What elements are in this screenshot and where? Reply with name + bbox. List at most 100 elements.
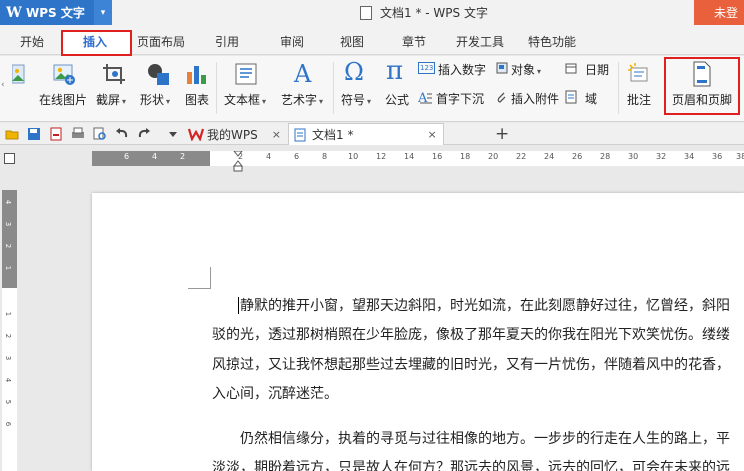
horizontal-ruler[interactable]: 6 4 2 2 4 6 8 10 12 14 16 18 20 22 24 26… — [92, 151, 744, 166]
screenshot-label: 截屏 — [96, 93, 121, 107]
tab-stop-selector[interactable] — [4, 153, 15, 164]
app-menu-dropdown-icon[interactable]: ▾ — [94, 0, 112, 25]
screenshot-dropdown-icon: ▾ — [122, 97, 127, 106]
ruler-number: 4 — [4, 199, 13, 205]
online-image-button[interactable]: 在线图片 — [39, 91, 87, 108]
doc-tab-document1[interactable]: 文档1 * × — [288, 123, 444, 145]
indent-marker-icon[interactable] — [233, 151, 243, 173]
object-icon — [496, 62, 508, 74]
ribbon-separator — [216, 62, 217, 114]
ruler-number: 30 — [628, 152, 639, 161]
dropcap-button[interactable]: 首字下沉 — [436, 90, 484, 107]
formula-button[interactable]: 公式 — [385, 91, 409, 108]
shapes-dropdown-icon: ▾ — [166, 97, 171, 106]
word-doc-icon — [294, 128, 306, 141]
ribbon-scroll-left-icon[interactable]: ‹ — [1, 80, 5, 90]
insert-number-icon: 123 — [418, 62, 436, 74]
close-tab-icon[interactable]: × — [427, 128, 436, 141]
ruler-number: 4 — [266, 152, 272, 161]
symbol-button[interactable]: 符号 ▾ — [341, 91, 371, 108]
tab-page-layout[interactable]: 页面布局 — [137, 33, 185, 50]
ruler-number: 2 — [4, 243, 13, 249]
comment-button[interactable]: 批注 — [627, 91, 651, 108]
chart-button[interactable]: 图表 — [185, 91, 209, 108]
close-tab-icon[interactable]: × — [272, 128, 281, 141]
object-button[interactable]: 对象 ▾ — [511, 61, 541, 78]
app-menu-button[interactable]: W WPS 文字 ▾ — [0, 0, 112, 25]
pi-formula-icon: π — [386, 56, 404, 86]
paragraph-line[interactable]: 仍然相信缘分，执着的寻觅与过往相像的地方。一步步的行走在人生的路上，平 — [240, 424, 744, 454]
export-pdf-icon[interactable] — [49, 127, 63, 141]
paragraph-line[interactable]: 淡淡，期盼着远方，只是故人在何方？那远去的风景，远去的回忆，可会在未来的远 — [212, 453, 744, 471]
screenshot-button[interactable]: 截屏 ▾ — [96, 91, 126, 108]
dropcap-icon: A — [418, 91, 432, 104]
print-icon[interactable] — [71, 127, 85, 141]
wordart-button[interactable]: 艺术字 ▾ — [281, 91, 323, 108]
ruler-number: 18 — [460, 152, 471, 161]
save-icon[interactable] — [27, 127, 41, 141]
online-image-icon — [53, 64, 75, 85]
ruler-number: 6 — [4, 421, 13, 427]
header-footer-highlight — [664, 57, 740, 115]
ruler-number: 4 — [4, 377, 13, 383]
paragraph-line[interactable]: 静默的推开小窗，望那天边斜阳，时光如流，在此刻愿静好过往，忆曾经，斜阳 — [240, 291, 744, 321]
tab-view[interactable]: 视图 — [340, 33, 364, 50]
text-cursor — [238, 297, 239, 314]
ruler-number: 1 — [4, 265, 13, 271]
symbol-dropdown-icon: ▾ — [367, 97, 372, 106]
ruler-number: 32 — [656, 152, 667, 161]
wordart-dropdown-icon: ▾ — [319, 97, 324, 106]
shapes-button[interactable]: 形状 ▾ — [140, 91, 170, 108]
paragraph-line[interactable]: 驳的光，透过那树梢照在少年脸庞，像极了那年夏天的你我在阳光下欢笑忧伤。缕缕 — [212, 320, 744, 350]
insert-number-button[interactable]: 插入数字 — [438, 61, 486, 78]
open-folder-icon[interactable] — [5, 127, 19, 141]
attachment-icon — [497, 92, 506, 103]
ruler-number: 5 — [4, 399, 13, 405]
title-bar: W WPS 文字 ▾ 文档1 * - WPS 文字 未登 — [0, 0, 744, 25]
field-button[interactable]: 域 — [585, 90, 597, 107]
tab-review[interactable]: 审阅 — [280, 33, 304, 50]
ribbon-separator — [618, 62, 619, 114]
ruler-number: 24 — [544, 152, 555, 161]
vertical-ruler[interactable]: 4 3 2 1 1 2 3 4 5 6 — [2, 190, 17, 471]
tab-references[interactable]: 引用 — [215, 33, 239, 50]
ruler-number: 26 — [572, 152, 583, 161]
quick-access-bar: 我的WPS × 文档1 * × + — [0, 123, 744, 145]
tab-developer[interactable]: 开发工具 — [456, 33, 504, 50]
ruler-number: 6 — [294, 152, 300, 161]
comment-icon — [628, 63, 648, 82]
print-preview-icon[interactable] — [93, 127, 107, 141]
undo-icon[interactable] — [115, 127, 129, 141]
ruler-number: 12 — [376, 152, 387, 161]
tab-special-features[interactable]: 特色功能 — [528, 33, 576, 50]
textbox-button[interactable]: 文本框 ▾ — [224, 91, 266, 108]
new-tab-icon[interactable]: + — [495, 124, 509, 144]
app-title: WPS 文字 — [26, 6, 85, 20]
ruler-number: 10 — [348, 152, 359, 161]
screenshot-icon — [103, 64, 125, 84]
date-button[interactable]: 日期 — [585, 61, 609, 78]
paragraph-line[interactable]: 入心间，沉醉迷茫。 — [212, 379, 744, 409]
tab-chapter[interactable]: 章节 — [402, 33, 426, 50]
wps-w-icon — [188, 128, 204, 141]
symbol-label: 符号 — [341, 93, 366, 107]
login-button[interactable]: 未登 — [694, 0, 744, 25]
textbox-dropdown-icon: ▾ — [262, 97, 267, 106]
omega-symbol-icon: Ω — [344, 58, 364, 86]
tab-insert[interactable]: 插入 — [83, 33, 107, 50]
wps-logo-icon: W — [6, 4, 22, 21]
doc-tab-my-wps[interactable]: 我的WPS × — [188, 123, 281, 145]
more-commands-dropdown-icon[interactable] — [166, 127, 180, 141]
picture-icon[interactable] — [12, 63, 26, 85]
paragraph-line[interactable]: 风掠过，又让我怀想起那些过去埋藏的旧时光，又有一片忧伤，伴随着风中的花香， — [212, 350, 744, 380]
document-icon — [360, 5, 372, 20]
margin-corner-marker — [188, 267, 211, 289]
ruler-number: 38 — [736, 152, 744, 161]
tab-home[interactable]: 开始 — [20, 33, 44, 50]
ruler-number: 28 — [600, 152, 611, 161]
ruler-number: 22 — [516, 152, 527, 161]
svg-text:A: A — [418, 91, 428, 104]
attachment-button[interactable]: 插入附件 — [511, 90, 559, 107]
redo-icon[interactable] — [137, 127, 151, 141]
ribbon-separator — [333, 62, 334, 114]
